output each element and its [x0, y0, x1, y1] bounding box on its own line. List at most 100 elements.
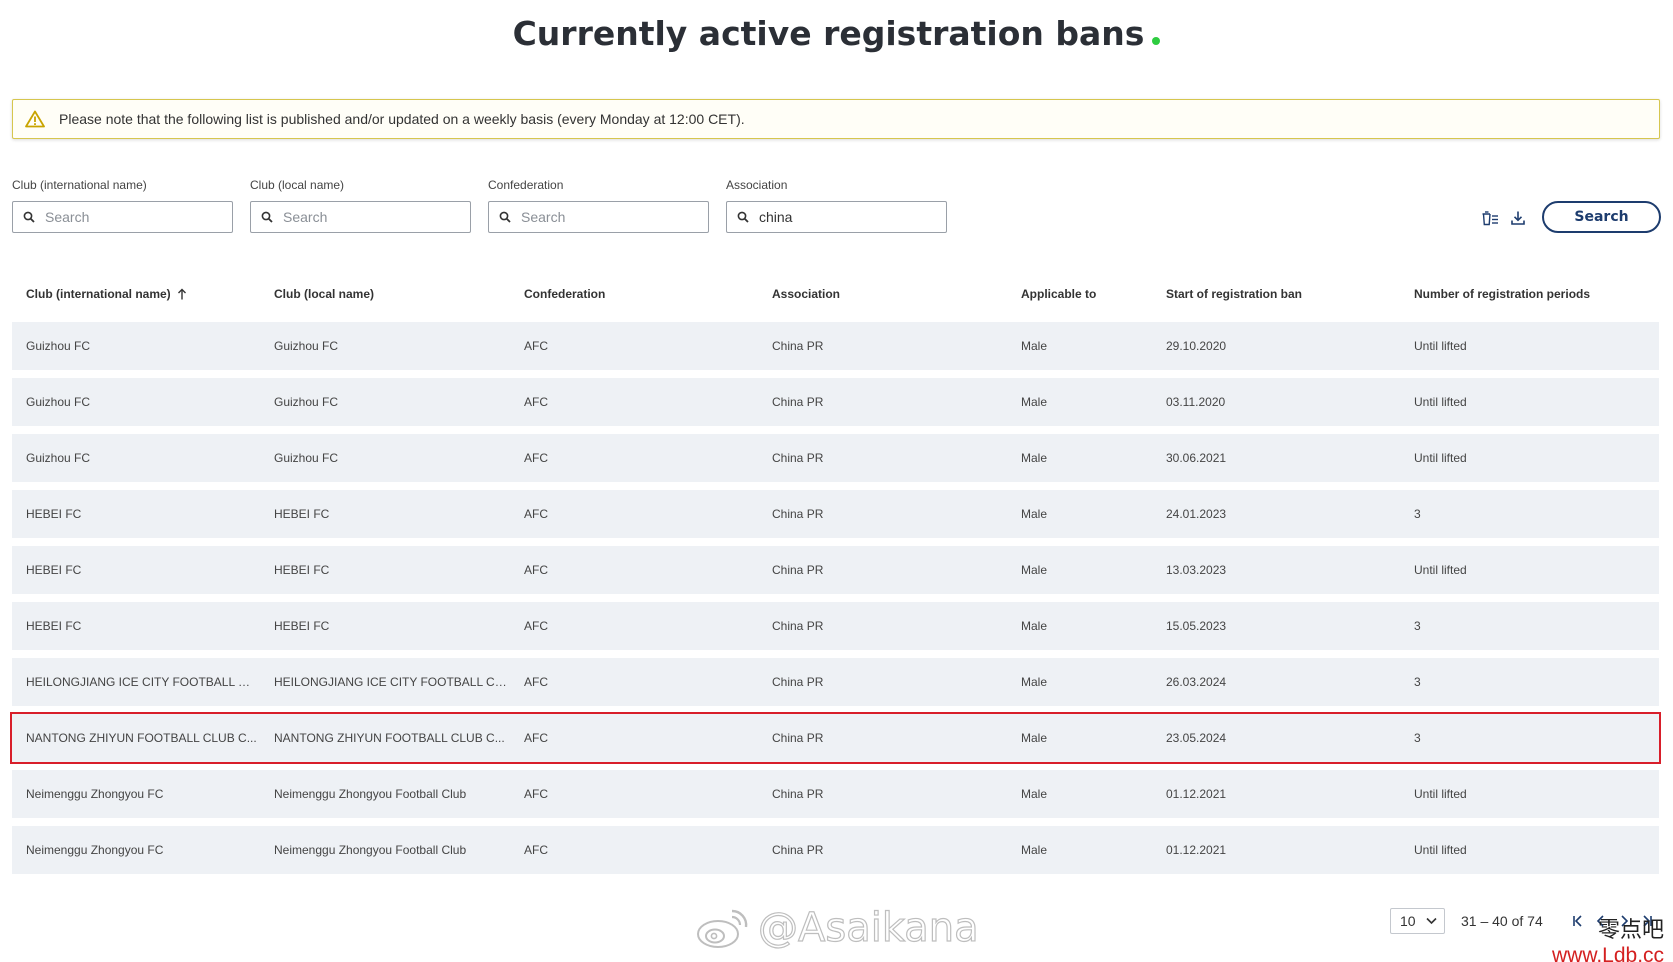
column-header-registration-periods[interactable]: Number of registration periods	[1414, 287, 1590, 301]
cell-club-local: HEBEI FC	[274, 563, 330, 577]
cell-registration-periods: 3	[1414, 619, 1421, 633]
cell-club-international: HEBEI FC	[26, 507, 82, 521]
cell-confederation: AFC	[524, 563, 548, 577]
cell-association: China PR	[772, 451, 824, 465]
cell-start-date: 13.03.2023	[1166, 563, 1227, 577]
filter-confederation: Confederation	[488, 178, 709, 233]
cell-club-international: Neimenggu Zhongyou FC	[26, 787, 164, 801]
filter-label: Club (local name)	[250, 178, 345, 192]
cell-confederation: AFC	[524, 619, 548, 633]
confederation-search-input[interactable]	[521, 209, 691, 225]
cell-association: China PR	[772, 787, 824, 801]
club-local-search-box[interactable]	[250, 201, 471, 233]
cell-club-international: NANTONG ZHIYUN FOOTBALL CLUB C...	[26, 731, 257, 745]
cell-club-local: Neimenggu Zhongyou Football Club	[274, 787, 467, 801]
cell-association: China PR	[772, 619, 824, 633]
association-search-box[interactable]	[726, 201, 947, 233]
cell-confederation: AFC	[524, 395, 548, 409]
column-header-applicable-to[interactable]: Applicable to	[1021, 287, 1096, 301]
cell-applicable-to: Male	[1021, 787, 1048, 801]
association-search-input[interactable]	[759, 209, 929, 225]
notice-text: Please note that the following list is p…	[59, 111, 745, 127]
cell-start-date: 23.05.2024	[1166, 731, 1227, 745]
pagination-range: 31 – 40 of 74	[1461, 913, 1543, 929]
cell-start-date: 15.05.2023	[1166, 619, 1227, 633]
filter-label: Club (international name)	[12, 178, 147, 192]
cell-confederation: AFC	[524, 675, 548, 689]
column-header-club-international[interactable]: Club (international name)	[26, 287, 187, 301]
column-header-label: Club (international name)	[26, 287, 171, 301]
site-watermark: 零点吧 www.Ldb.cc	[1552, 912, 1664, 962]
table-row[interactable]: Guizhou FC Guizhou FC AFC China PR Male …	[12, 322, 1659, 370]
cell-registration-periods: 3	[1414, 731, 1421, 745]
cell-registration-periods: Until lifted	[1414, 339, 1467, 353]
search-icon	[261, 211, 273, 223]
cell-club-local: Guizhou FC	[274, 395, 339, 409]
cell-association: China PR	[772, 507, 824, 521]
cell-club-international: Neimenggu Zhongyou FC	[26, 843, 164, 857]
cell-start-date: 01.12.2021	[1166, 843, 1227, 857]
filter-club-local: Club (local name)	[250, 178, 471, 233]
cell-club-international: HEBEI FC	[26, 619, 82, 633]
column-header-club-local[interactable]: Club (local name)	[274, 287, 374, 301]
page-title: Currently active registration bans	[0, 14, 1673, 53]
cell-confederation: AFC	[524, 507, 548, 521]
cell-registration-periods: Until lifted	[1414, 451, 1467, 465]
filter-label: Association	[726, 178, 788, 192]
cell-registration-periods: Until lifted	[1414, 563, 1467, 577]
club-local-search-input[interactable]	[283, 209, 453, 225]
weibo-watermark: @Asaikana	[694, 904, 979, 952]
cell-start-date: 03.11.2020	[1166, 395, 1226, 409]
page-size-value: 10	[1400, 913, 1416, 929]
cell-registration-periods: Until lifted	[1414, 395, 1467, 409]
cell-club-international: Guizhou FC	[26, 339, 91, 353]
table-row[interactable]: Neimenggu Zhongyou FC Neimenggu Zhongyou…	[12, 770, 1659, 818]
weekly-update-notice: Please note that the following list is p…	[12, 99, 1660, 139]
table-row[interactable]: Guizhou FC Guizhou FC AFC China PR Male …	[12, 378, 1659, 426]
filter-label: Confederation	[488, 178, 564, 192]
cell-association: China PR	[772, 843, 824, 857]
clear-filter-icon[interactable]	[1480, 208, 1500, 228]
cell-confederation: AFC	[524, 339, 548, 353]
table-row[interactable]: Neimenggu Zhongyou FC Neimenggu Zhongyou…	[12, 826, 1659, 874]
cell-applicable-to: Male	[1021, 563, 1048, 577]
site-watermark-url: www.Ldb.cc	[1552, 944, 1665, 962]
table-row[interactable]: HEBEI FC HEBEI FC AFC China PR Male 15.0…	[12, 602, 1659, 650]
confederation-search-box[interactable]	[488, 201, 709, 233]
search-icon	[499, 211, 511, 223]
sort-ascending-icon[interactable]	[177, 288, 187, 300]
cell-confederation: AFC	[524, 451, 548, 465]
search-button[interactable]: Search	[1542, 201, 1661, 233]
cell-applicable-to: Male	[1021, 843, 1048, 857]
filter-association: Association	[726, 178, 947, 233]
cell-association: China PR	[772, 395, 824, 409]
table-row[interactable]: HEBEI FC HEBEI FC AFC China PR Male 24.0…	[12, 490, 1659, 538]
club-international-search-box[interactable]	[12, 201, 233, 233]
watermark-handle: @Asaikana	[757, 904, 979, 951]
club-international-search-input[interactable]	[45, 209, 215, 225]
cell-club-local: Guizhou FC	[274, 451, 339, 465]
table-row[interactable]: Guizhou FC Guizhou FC AFC China PR Male …	[12, 434, 1659, 482]
download-icon[interactable]	[1508, 208, 1528, 228]
warning-icon	[25, 109, 47, 129]
cell-club-local: NANTONG ZHIYUN FOOTBALL CLUB C...	[274, 731, 505, 745]
table-row[interactable]: HEILONGJIANG ICE CITY FOOTBALL CL... HEI…	[12, 658, 1659, 706]
cell-club-international: HEILONGJIANG ICE CITY FOOTBALL CL...	[26, 675, 258, 689]
cell-start-date: 30.06.2021	[1166, 451, 1227, 465]
highlighted-table-row[interactable]: NANTONG ZHIYUN FOOTBALL CLUB C... NANTON…	[10, 712, 1661, 764]
column-header-association[interactable]: Association	[772, 287, 840, 301]
cell-registration-periods: Until lifted	[1414, 787, 1467, 801]
registration-bans-table: Club (international name) Club (local na…	[10, 276, 1661, 882]
cell-association: China PR	[772, 675, 824, 689]
column-header-confederation[interactable]: Confederation	[524, 287, 605, 301]
cell-association: China PR	[772, 339, 824, 353]
search-icon	[737, 211, 749, 223]
cell-confederation: AFC	[524, 843, 548, 857]
chevron-down-icon	[1426, 917, 1437, 925]
cell-applicable-to: Male	[1021, 395, 1048, 409]
column-header-start-of-ban[interactable]: Start of registration ban	[1166, 287, 1302, 301]
table-row[interactable]: HEBEI FC HEBEI FC AFC China PR Male 13.0…	[12, 546, 1659, 594]
cell-club-international: Guizhou FC	[26, 395, 91, 409]
page-size-select[interactable]: 10	[1390, 908, 1445, 934]
cell-applicable-to: Male	[1021, 507, 1048, 521]
